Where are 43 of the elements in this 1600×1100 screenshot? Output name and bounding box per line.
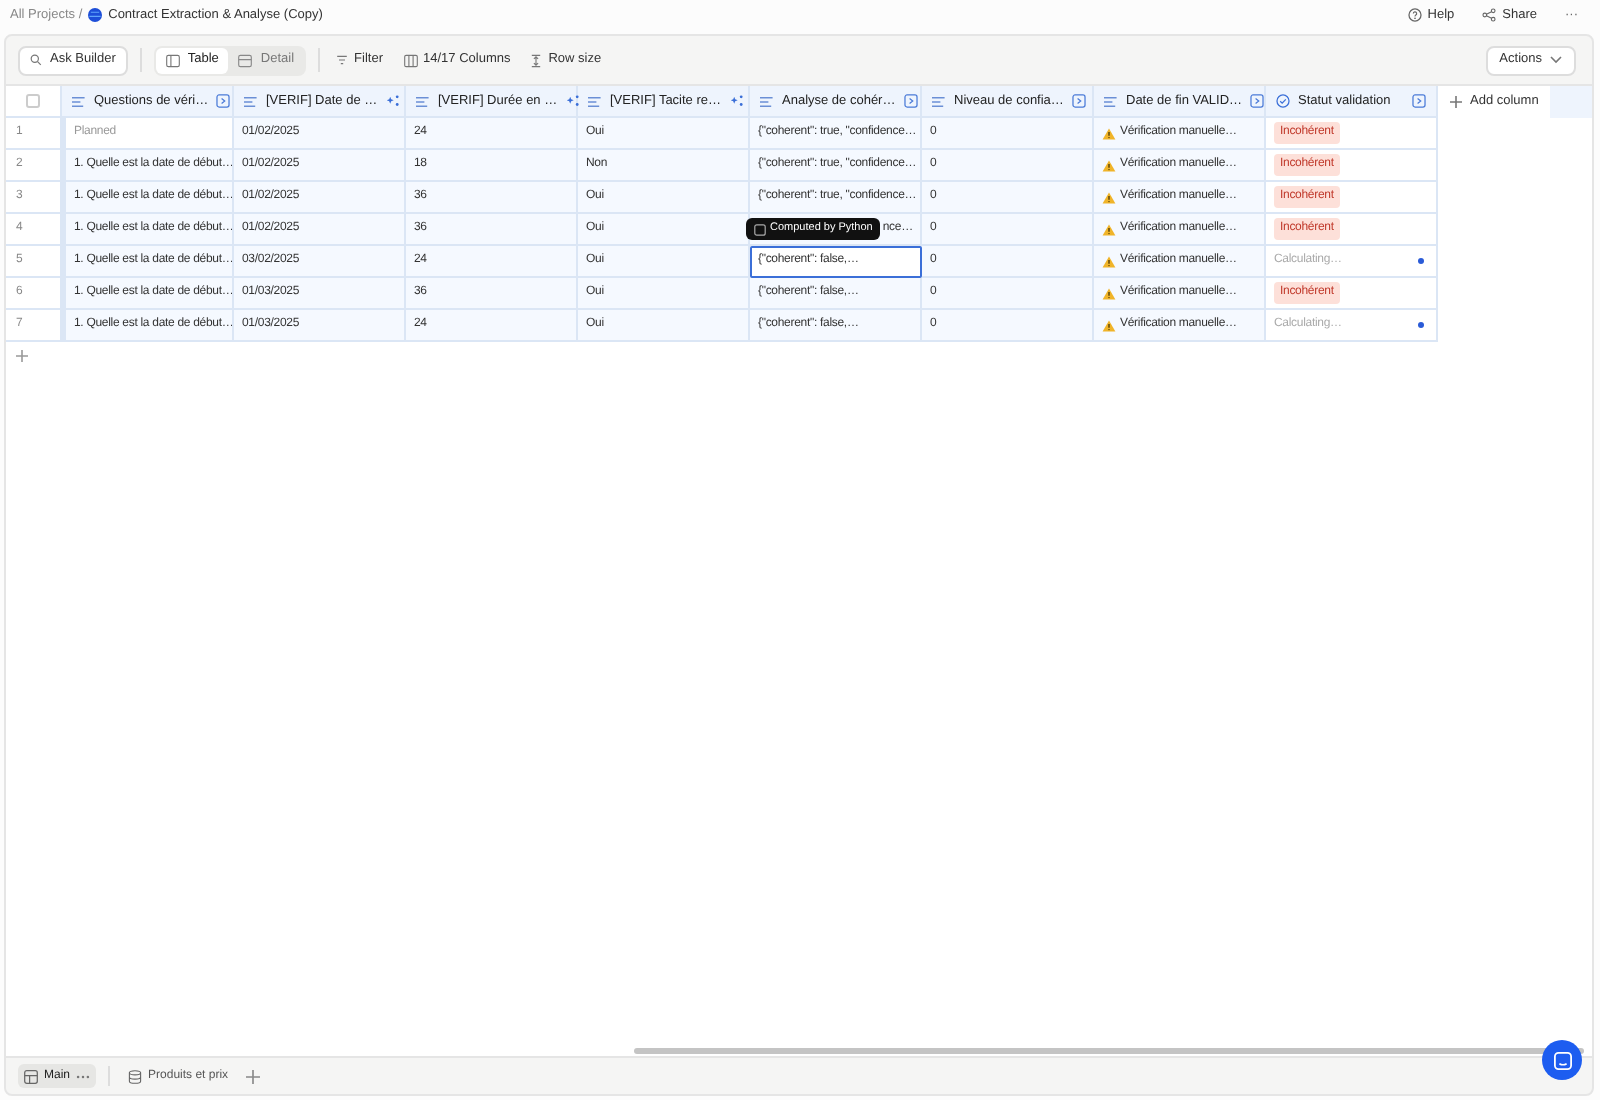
- text-lines-icon: [760, 95, 774, 107]
- warning-icon: [1102, 159, 1116, 171]
- panel-icon: [238, 53, 253, 67]
- sparkle-icon[interactable]: [729, 94, 744, 108]
- add-sheet-icon[interactable]: [246, 1069, 261, 1083]
- scrollbar-thumb[interactable]: [634, 1048, 1584, 1054]
- text-lines-icon: [244, 95, 258, 107]
- grid-icon: [24, 1069, 38, 1083]
- warning-icon: [1102, 287, 1116, 299]
- share-icon: [1482, 8, 1497, 22]
- run-icon[interactable]: [903, 94, 918, 108]
- chevron-down-icon: [1550, 56, 1562, 64]
- check-circle-icon: [1276, 94, 1290, 108]
- warning-icon: [1102, 191, 1116, 203]
- search-icon: [30, 54, 42, 66]
- select-all-checkbox[interactable]: [26, 94, 40, 108]
- add-row-icon[interactable]: [16, 350, 28, 362]
- text-lines-icon: [932, 95, 946, 107]
- filter-icon: [336, 54, 349, 66]
- globe-icon: [88, 8, 103, 22]
- sparkle-icon[interactable]: [565, 94, 580, 108]
- warning-icon: [1102, 223, 1116, 235]
- code-icon: [754, 223, 766, 235]
- run-icon[interactable]: [1250, 94, 1265, 108]
- text-lines-icon: [416, 95, 430, 107]
- warning-icon: [1102, 255, 1116, 267]
- chat-icon: [1553, 1051, 1571, 1069]
- run-icon[interactable]: [1071, 94, 1086, 108]
- row-height-icon: [530, 53, 543, 67]
- more-icon[interactable]: [76, 1073, 91, 1079]
- text-lines-icon: [72, 95, 86, 107]
- help-icon: [1407, 8, 1422, 22]
- run-icon[interactable]: [216, 94, 231, 108]
- columns-icon: [403, 53, 417, 67]
- text-lines-icon: [1104, 95, 1118, 107]
- sparkle-icon[interactable]: [385, 94, 400, 108]
- database-icon: [128, 1069, 143, 1083]
- plus-icon: [1450, 96, 1462, 108]
- run-icon[interactable]: [1412, 94, 1426, 108]
- warning-icon: [1102, 319, 1116, 331]
- text-lines-icon: [588, 95, 602, 107]
- warning-icon: [1102, 127, 1116, 139]
- table-icon: [165, 53, 180, 67]
